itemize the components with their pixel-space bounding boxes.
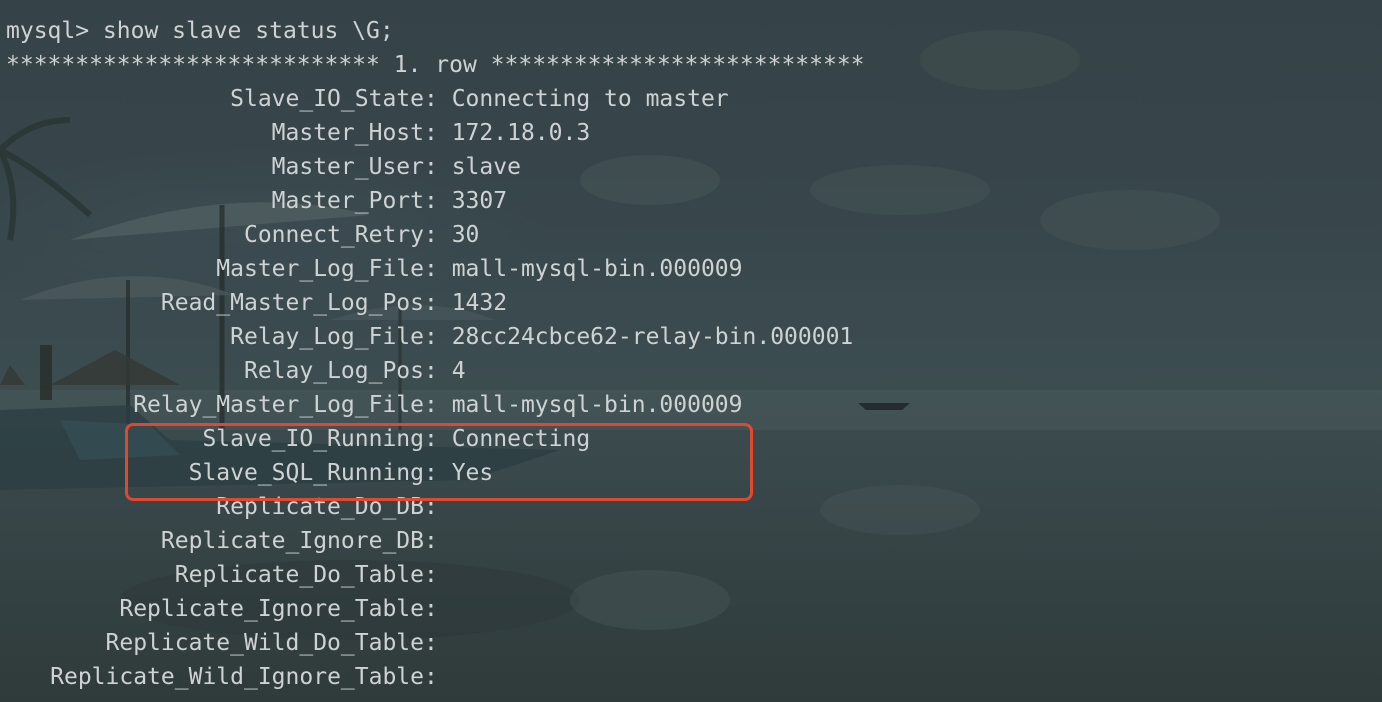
field-separator: : <box>424 222 452 248</box>
field-separator: : <box>424 120 452 146</box>
field-value: 4 <box>451 358 466 384</box>
field-value: slave <box>451 154 521 180</box>
field-label: Replicate_Ignore_DB <box>160 528 424 554</box>
field-row: Master_Host: 172.18.0.3 <box>6 116 865 150</box>
field-value: mall-mysql-bin.000009 <box>451 392 743 418</box>
field-row: Connect_Retry: 30 <box>6 218 865 252</box>
field-separator: : <box>424 392 452 418</box>
field-separator: : <box>424 358 452 384</box>
field-separator: : <box>424 664 452 690</box>
field-value: 30 <box>451 222 480 248</box>
row-header: *************************** 1. row *****… <box>6 52 865 78</box>
field-value: 3307 <box>451 188 508 214</box>
field-value: 172.18.0.3 <box>451 120 591 146</box>
field-label: Connect_Retry <box>243 222 424 248</box>
field-row: Slave_IO_State: Connecting to master <box>6 82 865 116</box>
field-row: Replicate_Ignore_DB: <box>6 524 865 558</box>
field-separator: : <box>424 324 452 350</box>
highlight-annotation-box <box>125 423 753 501</box>
field-row: Master_Log_File: mall-mysql-bin.000009 <box>6 252 865 286</box>
field-value: mall-mysql-bin.000009 <box>451 256 743 282</box>
field-separator: : <box>424 256 452 282</box>
field-separator: : <box>424 562 452 588</box>
field-separator: : <box>424 290 452 316</box>
field-separator: : <box>424 528 452 554</box>
field-label: Relay_Master_Log_File <box>133 392 424 418</box>
field-label: Read_Master_Log_Pos <box>160 290 424 316</box>
field-separator: : <box>424 154 452 180</box>
field-label: Master_Host <box>271 120 424 146</box>
field-row: Master_User: slave <box>6 150 865 184</box>
field-value: 28cc24cbce62-relay-bin.000001 <box>451 324 854 350</box>
field-label: Replicate_Ignore_Table <box>119 596 424 622</box>
field-value: Connecting to master <box>451 86 729 112</box>
field-label: Master_Port <box>271 188 424 214</box>
field-row: Master_Port: 3307 <box>6 184 865 218</box>
field-label: Master_Log_File <box>216 256 424 282</box>
field-row: Read_Master_Log_Pos: 1432 <box>6 286 865 320</box>
field-label: Relay_Log_File <box>230 324 424 350</box>
field-row: Replicate_Do_Table: <box>6 558 865 592</box>
field-label: Slave_IO_State <box>230 86 424 112</box>
field-row: Replicate_Wild_Do_Table: <box>6 626 865 660</box>
terminal-output: mysql> show slave status \G; ************… <box>6 14 865 694</box>
field-row: Replicate_Wild_Ignore_Table: <box>6 660 865 694</box>
field-label: Relay_Log_Pos <box>243 358 424 384</box>
command-line: mysql> show slave status \G; <box>6 18 394 44</box>
field-value: 1432 <box>451 290 508 316</box>
field-separator: : <box>424 630 452 656</box>
field-row: Relay_Master_Log_File: mall-mysql-bin.00… <box>6 388 865 422</box>
field-label: Replicate_Wild_Ignore_Table <box>50 664 424 690</box>
field-separator: : <box>424 596 452 622</box>
field-label: Replicate_Wild_Do_Table <box>105 630 425 656</box>
field-separator: : <box>424 86 452 112</box>
field-row: Replicate_Ignore_Table: <box>6 592 865 626</box>
field-row: Relay_Log_Pos: 4 <box>6 354 865 388</box>
field-label: Replicate_Do_Table <box>174 562 424 588</box>
field-row: Relay_Log_File: 28cc24cbce62-relay-bin.0… <box>6 320 865 354</box>
field-separator: : <box>424 188 452 214</box>
field-label: Master_User <box>271 154 424 180</box>
